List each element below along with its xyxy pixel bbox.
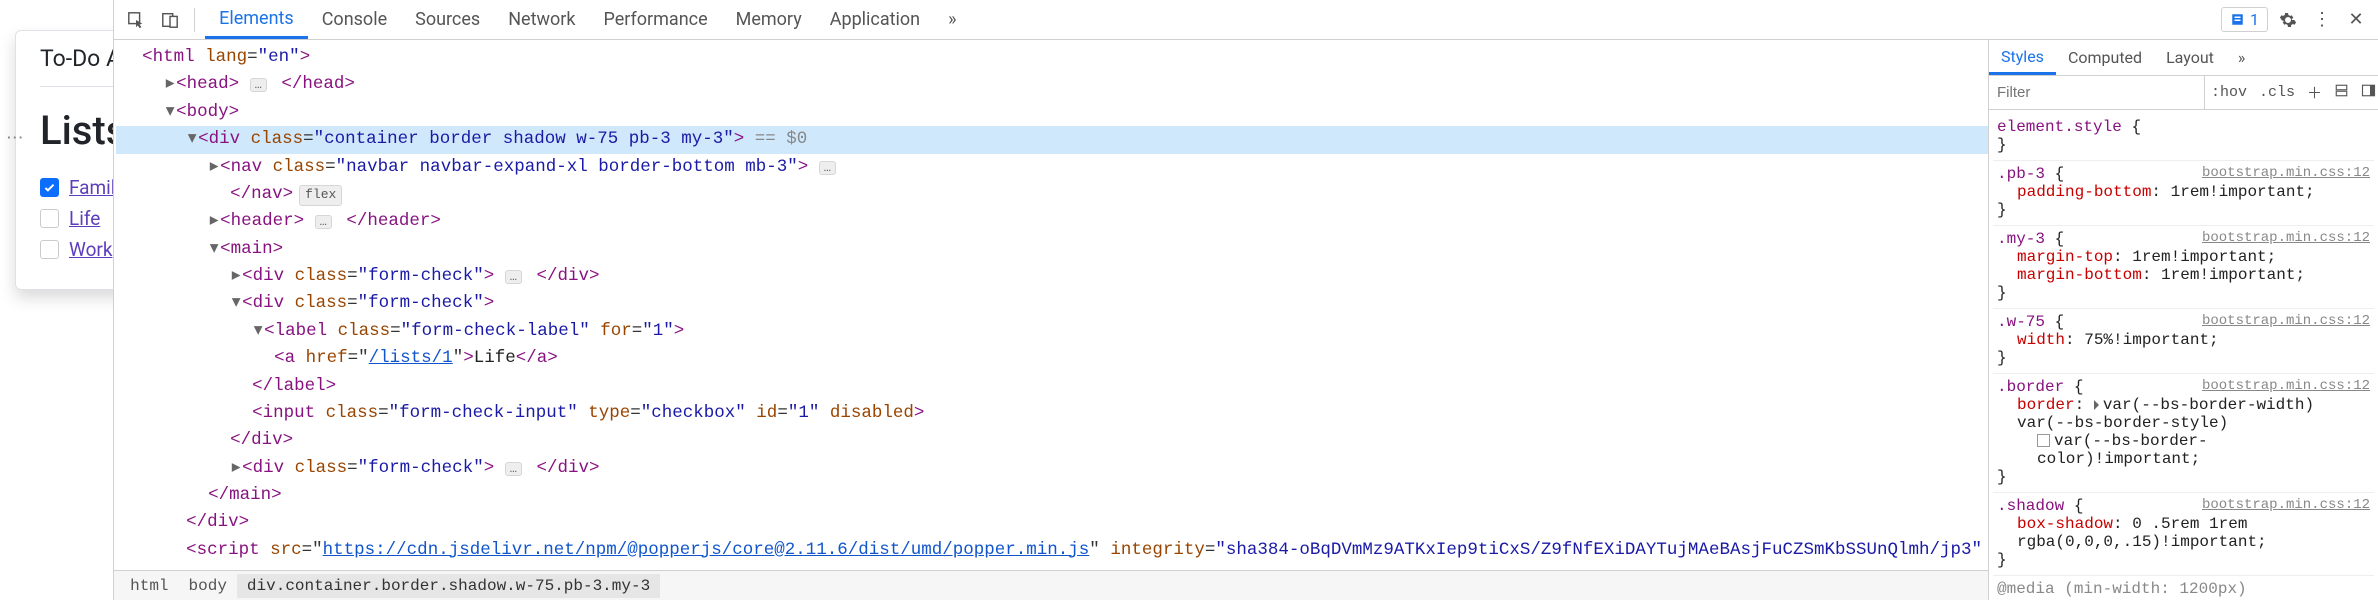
close-icon[interactable]: ✕ [2342,6,2370,34]
twisty-icon: ▸ [208,155,220,180]
styles-filter-input[interactable] [1989,76,2205,109]
tabs-overflow[interactable]: » [934,0,970,39]
devtools-toolbar: Elements Console Sources Network Perform… [114,0,2378,40]
twisty-icon: ▾ [186,127,198,152]
twisty-icon: ▸ [164,72,176,97]
dom-node: </nav>flex [116,181,1988,208]
crumb-selected[interactable]: div.container.border.shadow.w-75.pb-3.my… [237,574,660,598]
issues-icon [2230,12,2245,27]
styles-tab-computed[interactable]: Computed [2056,40,2154,75]
tab-network[interactable]: Network [494,0,589,39]
styles-tabs-overflow[interactable]: » [2226,40,2258,75]
computed-toggle-icon[interactable] [2328,83,2355,103]
dom-node: <input class="form-check-input" type="ch… [116,400,1988,427]
twisty-icon: ▾ [252,319,264,344]
css-rule: @media (min-width: 1200px) [1993,576,2374,600]
tab-memory[interactable]: Memory [722,0,816,39]
list-link-life[interactable]: Life [69,207,100,230]
separator [194,8,195,32]
crumb-html[interactable]: html [120,574,178,598]
styles-tab-layout[interactable]: Layout [2154,40,2226,75]
dom-node: <a href="/lists/1">Life</a> [116,345,1988,372]
devtools: Elements Console Sources Network Perform… [113,0,2378,600]
lists: Family Life Work [40,172,113,265]
twisty-icon: ▾ [164,100,176,125]
list-link-work[interactable]: Work [69,238,112,261]
hov-toggle[interactable]: :hov [2205,84,2253,101]
twisty-icon: ▾ [208,237,220,262]
css-rule: .border {bootstrap.min.css:12 border: va… [1993,374,2374,493]
twisty-icon: ▸ [208,209,220,234]
twisty-icon: ▾ [230,291,242,316]
dom-node: ▾<label class="form-check-label" for="1"… [116,318,1988,345]
list-item: Family [40,172,113,203]
elements-tree[interactable]: <html lang="en"> ▸<head> … </head> ▾<bod… [114,40,1988,570]
css-rule-element-style: element.style { } [1993,114,2374,161]
list-item: Work [40,234,113,265]
gear-icon[interactable] [2274,6,2302,34]
inspect-element-icon[interactable] [122,6,150,34]
dom-node: </div> [116,427,1988,454]
css-rule: .pb-3 {bootstrap.min.css:12 padding-bott… [1993,161,2374,226]
checkbox-unchecked-icon[interactable] [40,240,59,259]
breadcrumbs: html body div.container.border.shadow.w-… [114,570,1988,600]
list-link-family[interactable]: Family [69,176,113,199]
tab-console[interactable]: Console [308,0,401,39]
kebab-icon[interactable]: ⋮ [2308,6,2336,34]
dom-node-selected: ⋯ ▾<div class="container border shadow w… [116,126,1988,153]
list-item: Life [40,203,113,234]
elements-column: <html lang="en"> ▸<head> … </head> ▾<bod… [114,40,1988,600]
expand-triangle-icon[interactable] [2094,400,2099,410]
dom-node: </main> [116,482,1988,509]
tab-application[interactable]: Application [816,0,934,39]
dom-node: ▸<div class="form-check"> … </div> [116,455,1988,482]
dom-node: ▾<body> [116,99,1988,126]
styles-rules[interactable]: element.style { } .pb-3 {bootstrap.min.c… [1989,110,2378,600]
dom-node: </div> [116,509,1988,536]
dom-node: <html lang="en"> [116,44,1988,71]
crumb-body[interactable]: body [179,574,237,598]
css-rule: .shadow {bootstrap.min.css:12 box-shadow… [1993,493,2374,576]
styles-filter-row: :hov .cls ＋ [1989,76,2378,110]
dom-node: ▾<main> [116,236,1988,263]
styles-tabs: Styles Computed Layout » [1989,40,2378,76]
styles-tab-styles[interactable]: Styles [1989,40,2056,75]
dom-node: ▸<head> … </head> [116,71,1988,98]
navbar: To-Do App Todos Lists [40,31,113,87]
navbar-brand: To-Do App [40,45,113,72]
twisty-icon: ▸ [230,264,242,289]
dom-node: ▾<div class="form-check"> [116,290,1988,317]
tab-performance[interactable]: Performance [590,0,722,39]
sidebar-collapse-icon[interactable] [2355,83,2378,103]
issues-count: 1 [2250,10,2259,29]
dom-node: ▸<nav class="navbar navbar-expand-xl bor… [116,154,1988,181]
dom-node: ▸<header> … </header> [116,208,1988,235]
app-pane: To-Do App Todos Lists Lists Family Life … [0,0,113,600]
checkbox-checked-icon[interactable] [40,178,59,197]
css-rule: .w-75 {bootstrap.min.css:12 width: 75%!i… [1993,309,2374,374]
cls-toggle[interactable]: .cls [2253,84,2301,101]
styles-panel: Styles Computed Layout » :hov .cls ＋ e [1988,40,2378,600]
page-title: Lists [40,107,113,154]
tab-elements[interactable]: Elements [205,0,308,39]
toolbar-right: 1 ⋮ ✕ [2221,6,2370,34]
issues-chip[interactable]: 1 [2221,7,2268,32]
tab-sources[interactable]: Sources [401,0,494,39]
new-style-rule-icon[interactable]: ＋ [2301,82,2328,103]
checkbox-unchecked-icon[interactable] [40,209,59,228]
app-card: To-Do App Todos Lists Lists Family Life … [15,30,113,290]
dom-node: </label> [116,373,1988,400]
dom-node: ▸<div class="form-check"> … </div> [116,263,1988,290]
devtools-body: <html lang="en"> ▸<head> … </head> ▾<bod… [114,40,2378,600]
dom-node: <script src="https://cdn.jsdelivr.net/np… [116,537,1988,564]
css-rule: .my-3 {bootstrap.min.css:12 margin-top: … [1993,226,2374,309]
device-toggle-icon[interactable] [156,6,184,34]
checkbox-icon[interactable] [2037,434,2050,447]
flex-badge[interactable]: flex [299,185,342,206]
devtools-tabs: Elements Console Sources Network Perform… [205,0,970,39]
twisty-icon: ▸ [230,456,242,481]
